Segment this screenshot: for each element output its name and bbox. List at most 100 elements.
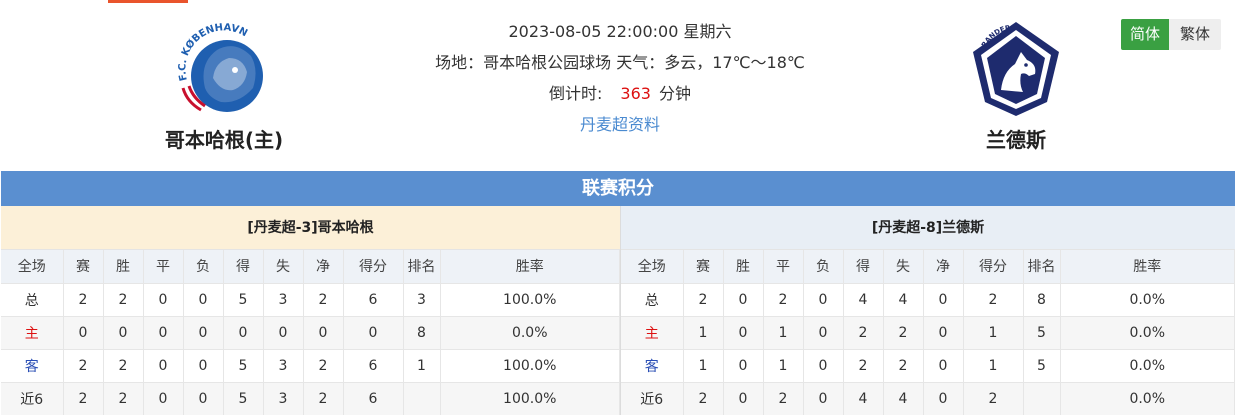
column-header: 排名 [403, 250, 441, 284]
table-cell: 2 [103, 349, 144, 383]
table-cell: 0.0% [1060, 316, 1235, 350]
table-cell: 0 [723, 283, 764, 317]
table-cell: 0 [723, 349, 764, 383]
table-cell: 0 [923, 349, 964, 383]
row-label: 近6 [1, 382, 64, 415]
column-header: 排名 [1023, 250, 1061, 284]
home-standings-title: [丹麦超-3]哥本哈根 [1, 206, 620, 250]
home-team[interactable]: F.C. KØBENHAVN 哥本哈根(主) [144, 18, 304, 153]
table-cell: 8 [403, 316, 441, 350]
column-header: 全场 [1, 250, 64, 284]
table-row: 主 0 0 0 0 0 0 0 0 8 0.0% [1, 316, 620, 350]
column-header: 胜 [103, 250, 144, 284]
table-cell: 0.0% [1060, 382, 1235, 415]
table-cell: 0.0% [440, 316, 620, 350]
table-cell: 2 [63, 382, 104, 415]
away-standings-table: 全场赛胜平负得失净得分 排名 胜率总 2 0 2 0 4 4 0 2 8 0.0% 主 1 0 1 0 2 2 0 1 5 0… [621, 250, 1235, 415]
column-header: 得分 [343, 250, 404, 284]
table-cell: 1 [683, 316, 724, 350]
table-header-row: 全场赛胜平负得失净得分 排名 胜率 [1, 250, 620, 284]
table-cell: 0 [723, 316, 764, 350]
table-cell [1023, 382, 1061, 415]
lion-crest-icon: F.C. KØBENHAVN [177, 22, 263, 112]
home-team-name[interactable]: 哥本哈根(主) [144, 124, 304, 153]
column-header: 得 [223, 250, 264, 284]
language-switch: 简体 繁体 [1121, 19, 1221, 50]
table-cell: 4 [843, 283, 884, 317]
table-cell: 2 [683, 283, 724, 317]
table-cell: 2 [883, 316, 924, 350]
table-cell: 2 [63, 349, 104, 383]
table-cell: 0 [143, 382, 184, 415]
table-cell: 0 [223, 316, 264, 350]
table-cell: 0.0% [1060, 283, 1235, 317]
table-row: 近6 2 0 2 0 4 4 0 2 0.0% [621, 382, 1235, 415]
table-cell: 1 [763, 349, 804, 383]
countdown: 倒计时: 363 分钟 [370, 82, 870, 113]
table-row: 总 2 0 2 0 4 4 0 2 8 0.0% [621, 283, 1235, 317]
match-header: F.C. KØBENHAVN 哥本哈根(主) 2023-08-05 22:00:… [0, 0, 1236, 171]
table-cell: 0 [303, 316, 344, 350]
table-cell: 100.0% [440, 349, 620, 383]
table-cell: 1 [963, 316, 1024, 350]
column-header: 得 [843, 250, 884, 284]
table-cell: 0 [803, 316, 844, 350]
table-cell: 0.0% [1060, 349, 1235, 383]
table-cell: 2 [883, 349, 924, 383]
league-info-link-row: 丹麦超资料 [370, 113, 870, 144]
table-cell: 2 [303, 283, 344, 317]
table-cell: 2 [763, 382, 804, 415]
table-cell: 0 [183, 283, 224, 317]
table-cell: 8 [1023, 283, 1061, 317]
table-row: 总 2 2 0 0 5 3 2 6 3 100.0% [1, 283, 620, 317]
table-cell: 0 [923, 382, 964, 415]
table-cell: 0 [723, 382, 764, 415]
column-header: 负 [803, 250, 844, 284]
horse-shield-icon: RANDERS FC [961, 18, 1059, 116]
table-cell: 0 [803, 283, 844, 317]
table-cell: 3 [263, 283, 304, 317]
table-cell: 5 [1023, 349, 1061, 383]
match-datetime: 2023-08-05 22:00:00 星期六 [508, 22, 732, 41]
simplified-chinese-button[interactable]: 简体 [1121, 19, 1169, 50]
table-cell: 0 [103, 316, 144, 350]
table-cell: 5 [1023, 316, 1061, 350]
traditional-chinese-button[interactable]: 繁体 [1169, 19, 1221, 50]
column-header: 净 [303, 250, 344, 284]
table-cell: 0 [803, 382, 844, 415]
table-row: 主 1 0 1 0 2 2 0 1 5 0.0% [621, 316, 1235, 350]
league-info-link[interactable]: 丹麦超资料 [580, 115, 660, 134]
table-cell: 2 [843, 316, 884, 350]
table-cell: 100.0% [440, 382, 620, 415]
column-header: 失 [883, 250, 924, 284]
home-standings-table: 全场赛胜平负得失净得分 排名 胜率总 2 2 0 0 5 3 2 6 3 100.0% 主 0 0 0 0 0 0 0 0… [1, 250, 620, 415]
countdown-unit: 分钟 [658, 84, 691, 103]
table-cell: 4 [843, 382, 884, 415]
table-cell: 2 [63, 283, 104, 317]
column-header: 胜率 [1060, 250, 1235, 284]
table-cell: 6 [343, 382, 404, 415]
table-cell: 0 [923, 283, 964, 317]
match-info: 2023-08-05 22:00:00 星期六 场地：哥本哈根公园球场 天气：多… [370, 20, 870, 144]
countdown-label: 倒计时: [549, 84, 603, 103]
table-cell: 0 [183, 316, 224, 350]
away-team-name[interactable]: 兰德斯 [936, 124, 1096, 153]
column-header: 赛 [63, 250, 104, 284]
table-cell: 4 [883, 382, 924, 415]
match-venue-weather: 场地：哥本哈根公园球场 天气：多云，17℃～18℃ [435, 53, 805, 72]
table-cell: 1 [683, 349, 724, 383]
table-row: 客 1 0 1 0 2 2 0 1 5 0.0% [621, 349, 1235, 383]
column-header: 平 [763, 250, 804, 284]
away-team[interactable]: RANDERS FC 兰德斯 [936, 18, 1096, 153]
column-header: 平 [143, 250, 184, 284]
table-cell: 2 [103, 283, 144, 317]
row-label: 客 [1, 349, 64, 383]
table-cell: 0 [263, 316, 304, 350]
row-label: 近6 [621, 382, 684, 415]
column-header: 全场 [621, 250, 684, 284]
table-cell: 1 [963, 349, 1024, 383]
table-cell: 5 [223, 283, 264, 317]
away-standings-title: [丹麦超-8]兰德斯 [621, 206, 1235, 250]
table-cell: 5 [223, 349, 264, 383]
table-cell: 2 [303, 349, 344, 383]
